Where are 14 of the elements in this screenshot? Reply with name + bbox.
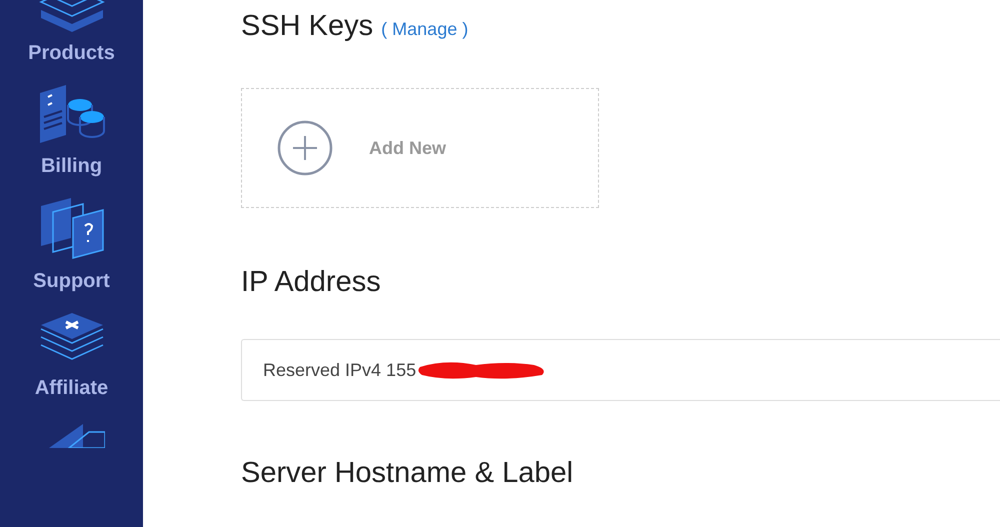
sidebar-item[interactable]: Affiliate — [34, 377, 108, 400]
help-cards-icon — [38, 196, 104, 260]
add-new-label: Add New — [369, 138, 446, 158]
section-title: SSH Keys — [241, 10, 374, 43]
billing-icon — [38, 83, 106, 145]
plus-circle-icon — [277, 120, 333, 176]
section-title: Server Hostname & Label — [241, 457, 574, 490]
sidebar-item[interactable]: Billing — [40, 155, 102, 178]
sidebar-item[interactable]: Support — [33, 270, 110, 293]
ip-address-field[interactable]: Reserved IPv4 155 — [241, 339, 1000, 401]
manage-link[interactable]: ( Manage ) — [381, 19, 468, 40]
sidebar-item[interactable]: Products — [28, 42, 115, 65]
ip-address-value: Reserved IPv4 155 — [263, 360, 416, 380]
section-title: IP Address — [241, 266, 381, 299]
